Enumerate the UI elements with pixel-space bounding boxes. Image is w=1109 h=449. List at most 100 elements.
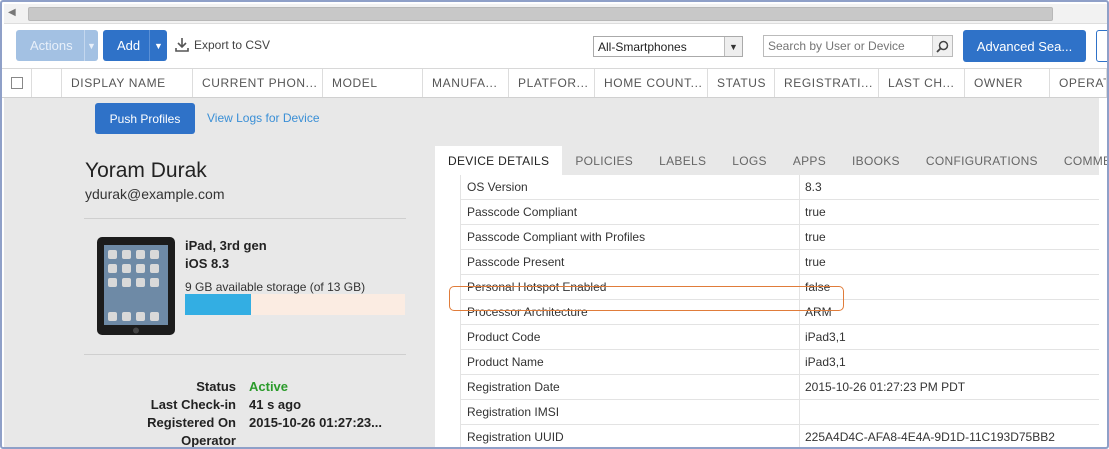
- column-header-platform[interactable]: PLATFOR...: [509, 69, 595, 97]
- last-checkin-label: Last Check-in: [150, 397, 236, 412]
- registered-on-label: Registered On: [147, 415, 236, 430]
- chevron-down-icon[interactable]: ▼: [724, 37, 742, 56]
- device-detail-panel: Push Profiles View Logs for Device Yoram…: [4, 98, 1107, 448]
- row-key: Product Code: [460, 325, 800, 349]
- device-filter-select[interactable]: All-Smartphones ▼: [593, 36, 743, 57]
- export-label: Export to CSV: [194, 38, 271, 52]
- row-key: Registration UUID: [460, 425, 800, 447]
- last-checkin-value: 41 s ago: [249, 397, 302, 412]
- row-key: Passcode Present: [460, 250, 800, 274]
- search-box[interactable]: [763, 35, 953, 57]
- storage-bar-fill: [185, 294, 251, 315]
- checkbox-box[interactable]: [10, 77, 23, 89]
- table-row: Passcode Compliant true: [460, 200, 1099, 225]
- tab-ibooks[interactable]: IBOOKS: [839, 146, 913, 175]
- column-header-operator[interactable]: OPERAT: [1050, 69, 1107, 97]
- column-header-owner[interactable]: OWNER: [965, 69, 1050, 97]
- device-model: iPad, 3rd gen: [185, 238, 267, 253]
- view-logs-link[interactable]: View Logs for Device: [207, 111, 320, 125]
- download-icon: [175, 38, 189, 52]
- add-label: Add: [117, 38, 141, 53]
- column-header-status[interactable]: STATUS: [708, 69, 775, 97]
- actions-label: Actions: [30, 38, 73, 53]
- table-header: DISPLAY NAME CURRENT PHON... MODEL MANUF…: [2, 68, 1107, 98]
- row-key: Registration IMSI: [460, 400, 800, 424]
- row-value: ARM: [805, 305, 832, 319]
- registered-on-value: 2015-10-26 01:27:23...: [249, 415, 382, 430]
- ipad-device-image: [97, 237, 175, 335]
- device-filter-value: All-Smartphones: [598, 39, 687, 54]
- row-value: iPad3,1: [805, 330, 846, 344]
- table-row: Product Code iPad3,1: [460, 325, 1099, 350]
- device-details-content: OS Version 8.3 Passcode Compliant true Pas…: [435, 175, 1099, 447]
- tab-policies[interactable]: POLICIES: [562, 146, 646, 175]
- table-row: OS Version 8.3: [460, 175, 1099, 200]
- scroll-left-icon[interactable]: ◀: [8, 7, 16, 18]
- row-value: 2015-10-26 01:27:23 PM PDT: [805, 380, 966, 394]
- toolbar: Actions ▼ Add ▼ Export to CSV All-Smartp…: [2, 24, 1107, 68]
- row-value: [800, 400, 1099, 424]
- scrollbar-thumb[interactable]: [28, 7, 1053, 21]
- row-value: iPad3,1: [805, 355, 846, 369]
- add-button[interactable]: Add ▼: [103, 30, 167, 61]
- user-name: Yoram Durak: [85, 159, 207, 182]
- table-row: Registration Date 2015-10-26 01:27:23 PM …: [460, 375, 1099, 400]
- table-row: Registration UUID 225A4D4C-AFA8-4E4A-9D1D…: [460, 425, 1099, 447]
- tab-configurations[interactable]: CONFIGURATIONS: [913, 146, 1051, 175]
- row-value: false: [805, 280, 831, 294]
- row-key: Passcode Compliant: [460, 200, 800, 224]
- column-header-home-country[interactable]: HOME COUNT...: [595, 69, 708, 97]
- tab-device-details[interactable]: DEVICE DETAILS: [435, 146, 563, 175]
- advanced-search-button[interactable]: Advanced Sea...: [963, 30, 1086, 62]
- select-all-checkbox[interactable]: [2, 69, 32, 97]
- chevron-down-icon[interactable]: ▼: [149, 30, 167, 61]
- column-header-display-name[interactable]: DISPLAY NAME: [62, 69, 193, 97]
- column-header-current-phone[interactable]: CURRENT PHON...: [193, 69, 323, 97]
- column-header-manufacturer[interactable]: MANUFA...: [423, 69, 509, 97]
- divider: [84, 218, 406, 219]
- tab-labels[interactable]: LABELS: [646, 146, 719, 175]
- table-row: Product Name iPad3,1: [460, 350, 1099, 375]
- storage-bar: [185, 294, 405, 315]
- row-value: 225A4D4C-AFA8-4E4A-9D1D-11C193D75BB2: [805, 430, 1055, 444]
- push-profiles-button[interactable]: Push Profiles: [95, 103, 195, 134]
- row-value: true: [805, 205, 826, 219]
- detail-tabs: DEVICE DETAILS POLICIES LABELS LOGS APPS…: [435, 146, 1107, 175]
- row-value: 8.3: [805, 180, 822, 194]
- row-key: Registration Date: [460, 375, 800, 399]
- hotspot-highlight-outline: [449, 286, 844, 311]
- status-value: Active: [249, 379, 289, 394]
- column-header-model[interactable]: MODEL: [323, 69, 423, 97]
- tab-logs[interactable]: LOGS: [719, 146, 780, 175]
- row-key: Product Name: [460, 350, 800, 374]
- status-label: Status: [196, 379, 236, 394]
- storage-description: available storage (of 13 GB): [212, 280, 366, 294]
- storage-text: 9 GB available storage (of 13 GB): [185, 280, 365, 294]
- column-header-registration[interactable]: REGISTRATI...: [775, 69, 879, 97]
- header-spacer: [32, 69, 62, 97]
- row-value: true: [805, 255, 826, 269]
- device-os: iOS 8.3: [185, 256, 230, 271]
- storage-available: 9 GB: [185, 280, 213, 294]
- export-csv-link[interactable]: Export to CSV: [174, 37, 270, 53]
- device-details-table: OS Version 8.3 Passcode Compliant true Pas…: [460, 175, 1099, 447]
- row-value: true: [805, 230, 826, 244]
- horizontal-scrollbar[interactable]: ◀: [4, 4, 1107, 24]
- actions-button[interactable]: Actions ▼: [16, 30, 98, 61]
- table-row: Passcode Present true: [460, 250, 1099, 275]
- table-row: Registration IMSI: [460, 400, 1099, 425]
- user-email: ydurak@example.com: [85, 186, 225, 202]
- search-input[interactable]: [764, 39, 932, 53]
- app-frame: ◀ Actions ▼ Add ▼ Export to CSV All-Smar…: [0, 0, 1109, 449]
- column-header-last-checkin[interactable]: LAST CH...: [879, 69, 965, 97]
- tab-apps[interactable]: APPS: [780, 146, 839, 175]
- table-row: Passcode Compliant with Profiles true: [460, 225, 1099, 250]
- search-icon[interactable]: [932, 36, 952, 56]
- row-key: OS Version: [460, 175, 800, 199]
- chevron-down-icon[interactable]: ▼: [84, 30, 98, 61]
- overflow-button[interactable]: [1096, 30, 1107, 62]
- operator-label: Operator: [181, 433, 236, 448]
- tab-comments[interactable]: COMME: [1051, 146, 1107, 175]
- divider: [84, 354, 406, 355]
- row-key: Passcode Compliant with Profiles: [460, 225, 800, 249]
